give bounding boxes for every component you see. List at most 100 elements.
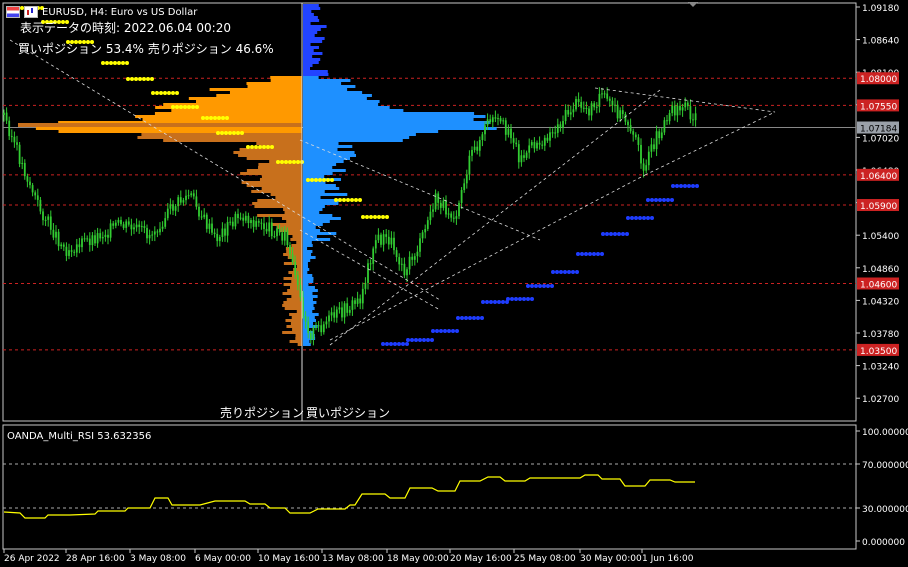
sar-dot-blue [550, 284, 554, 288]
sar-dot-yellow [338, 198, 342, 202]
candle-body [153, 231, 156, 235]
sell-profile-bar [233, 151, 302, 154]
buy-profile-bar [303, 133, 416, 136]
candle-body [666, 120, 668, 122]
candle-body [286, 230, 289, 246]
candle-body [460, 190, 463, 203]
candle-body [616, 104, 619, 119]
candle-body [88, 238, 91, 246]
sar-dot-blue [381, 342, 385, 346]
sar-dot-yellow [361, 215, 365, 219]
price-level-label: 1.07550 [860, 102, 897, 112]
buy-profile-bar [303, 190, 325, 193]
sar-dot-blue [576, 252, 580, 256]
candle-body [673, 105, 676, 116]
sar-dot-blue [526, 284, 530, 288]
candle-body [3, 112, 5, 115]
sell-profile-bar [291, 316, 302, 319]
candle-body [606, 93, 609, 99]
buy-profile-bar [303, 136, 410, 139]
candle-body [504, 120, 507, 135]
sell-profile-bar [258, 163, 302, 166]
sell-profile-bar [259, 178, 302, 181]
candle-body [81, 238, 83, 248]
trendline[interactable] [299, 229, 441, 311]
buy-profile-bar [303, 61, 319, 64]
trendline[interactable] [9, 39, 441, 301]
sar-dot-blue [666, 198, 670, 202]
buy-profile-bar [303, 271, 308, 274]
buy-profile-bar [303, 265, 308, 268]
buy-profile-bar [303, 205, 325, 208]
buy-profile-bar [303, 262, 308, 265]
candle-body [549, 132, 551, 141]
candle-body [478, 139, 481, 151]
candle-body [520, 155, 523, 163]
sar-dot-blue [621, 232, 625, 236]
candle-body [296, 275, 299, 286]
sar-dot-yellow [138, 77, 142, 81]
buy-profile-bar [303, 55, 313, 58]
sar-dot-blue [617, 232, 621, 236]
sar-dot-yellow [187, 105, 191, 109]
candle-body [621, 110, 624, 115]
sell-profile-bar [137, 136, 302, 139]
candle-body [556, 124, 559, 133]
candle-body [166, 208, 169, 219]
candle-body [445, 200, 447, 215]
buy-profile-bar [303, 88, 348, 91]
candle-body [328, 315, 330, 322]
buy-profile-bar [303, 16, 318, 19]
buy-profile-bar [303, 220, 330, 223]
sar-dot-blue [485, 300, 489, 304]
buy-profile-bar [303, 76, 319, 79]
buy-profile-bar [303, 91, 363, 94]
sell-profile-bar [282, 304, 302, 307]
sar-dot-blue [460, 316, 464, 320]
candle-body [494, 117, 497, 119]
sell-profile-bar [58, 130, 303, 133]
sar-dot-blue [506, 297, 510, 301]
candle-body [359, 298, 362, 304]
sar-dot-yellow [175, 105, 179, 109]
candle-body [679, 105, 681, 111]
candle-body [42, 211, 44, 221]
sar-dot-blue [431, 329, 435, 333]
candle-body [330, 312, 333, 316]
candle-body [125, 221, 128, 228]
sell-profile-bar [254, 205, 302, 208]
candle-body [676, 105, 679, 116]
sar-dot-yellow [224, 131, 228, 135]
buy-profile-bar [303, 85, 356, 88]
candle-body [317, 325, 320, 327]
sar-dot-yellow [236, 131, 240, 135]
candle-body [463, 183, 466, 191]
candle-body [400, 263, 403, 265]
candle-body [146, 227, 148, 239]
sell-profile-bar [240, 172, 302, 175]
sar-dot-blue [646, 216, 650, 220]
sar-dot-yellow [209, 116, 213, 120]
candle-body [380, 234, 382, 245]
sar-dot-yellow [346, 198, 350, 202]
trendline[interactable] [329, 174, 646, 341]
sell-profile-bar [280, 229, 302, 232]
sar-dot-yellow [167, 91, 171, 95]
buy-profile-bar [303, 40, 323, 43]
sell-profile-bar [257, 214, 302, 217]
sar-dot-blue [630, 216, 634, 220]
candle-body [484, 125, 486, 135]
sar-dot-yellow [201, 116, 205, 120]
eurusd-chart[interactable]: 1.091801.086401.081001.075601.070201.064… [0, 0, 908, 567]
buy-profile-bar [303, 13, 314, 16]
candle-body [585, 108, 588, 110]
sar-dot-yellow [258, 145, 262, 149]
buy-profile-bar [303, 172, 333, 175]
candle-body [333, 312, 336, 318]
buy-profile-bar [303, 277, 314, 280]
sell-profile-bar [282, 292, 302, 295]
scroll-marker-icon[interactable] [688, 2, 698, 7]
buy-profile-bar [303, 166, 333, 169]
candle-body [312, 327, 315, 340]
candle-body [205, 214, 208, 229]
